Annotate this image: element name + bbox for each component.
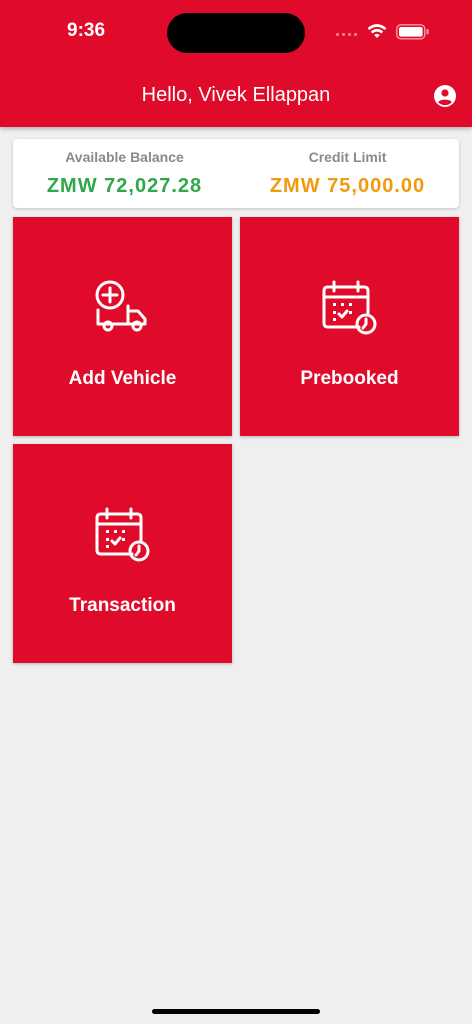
cellular-signal-icon	[336, 33, 357, 36]
prebooked-label: Prebooked	[300, 368, 399, 389]
available-balance-value: ZMW 72,027.28	[46, 175, 203, 197]
credit-limit-label: Credit Limit	[308, 149, 387, 165]
add-vehicle-tile[interactable]: Add Vehicle	[13, 217, 232, 436]
status-time: 9:36	[67, 20, 106, 41]
battery-icon	[396, 24, 429, 40]
greeting-title: Hello, Vivek Ellappan	[141, 84, 331, 106]
app-header: 9:36 Hello, Vivek Ellappan	[0, 0, 472, 127]
transaction-label: Transaction	[69, 595, 176, 616]
prebooked-tile[interactable]: Prebooked	[240, 217, 459, 436]
calendar-clock-icon	[95, 507, 150, 562]
available-balance-label: Available Balance	[65, 149, 184, 165]
add-truck-icon	[95, 280, 147, 332]
dynamic-island	[167, 13, 305, 53]
transaction-tile[interactable]: Transaction	[13, 444, 232, 663]
available-balance: Available Balance ZMW 72,027.28	[13, 139, 236, 208]
wifi-icon	[367, 24, 387, 38]
add-vehicle-label: Add Vehicle	[68, 368, 177, 389]
credit-limit: Credit Limit ZMW 75,000.00	[236, 139, 459, 208]
balance-card: Available Balance ZMW 72,027.28 Credit L…	[13, 139, 459, 208]
account-circle-icon[interactable]	[433, 84, 457, 108]
calendar-clock-icon	[322, 280, 377, 335]
home-indicator[interactable]	[152, 1009, 320, 1014]
credit-limit-value: ZMW 75,000.00	[269, 175, 426, 197]
